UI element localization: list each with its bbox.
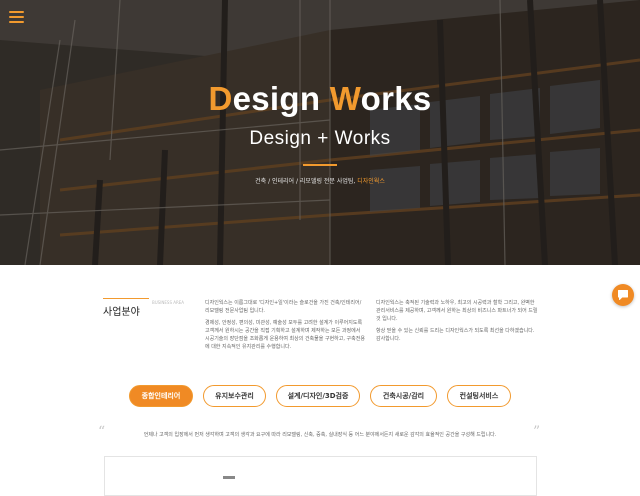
intro-right-paragraph-1: 디자인웍스는 축적된 기술력과 노하우, 최고의 시공력과 철학 그리고, 완벽… — [376, 300, 538, 322]
breadcrumb-current: 디자인웍스 — [357, 178, 385, 185]
tab-design-3d[interactable]: 설계/디자인/3D검증 — [276, 385, 360, 407]
intro-left-paragraph-2: 경제성, 안정성, 편의성, 미관성, 예술성 모두를 고려한 설계가 이루어지… — [205, 320, 365, 350]
breadcrumb: 건축 / 인테리어 / 리모델링 전문 사업팀, 디자인웍스 — [0, 176, 640, 185]
breadcrumb-path: 건축 / 인테리어 / 리모델링 전문 사업팀, — [255, 178, 356, 185]
hamburger-menu-icon[interactable] — [9, 11, 24, 23]
intro-left-paragraph-1: 디자인웍스는 이름그대로 '디자인+일'이라는 슬로건을 가진 건축/인테리어/… — [205, 300, 362, 314]
tab-description: 언제나 고객의 입장에서 먼저 생각하며 고객의 생각과 요구에 따라 리모델링… — [143, 432, 497, 438]
content-card — [104, 456, 537, 496]
section-title-en: BUSINESS AREA — [152, 300, 185, 305]
hero-subtitle: Design + Works — [249, 128, 391, 149]
section-title: 사업분야 — [103, 298, 149, 318]
tab-construction[interactable]: 건축시공/감리 — [370, 385, 437, 407]
hero-title: Design Works — [208, 80, 432, 117]
intro-text-right: 디자인웍스는 축적된 기술력과 노하우, 최고의 시공력과 철학 그리고, 완벽… — [376, 299, 538, 343]
chat-bubble-icon[interactable] — [612, 284, 634, 306]
intro-right-paragraph-2: 항상 믿을 수 있는 신뢰를 드리는 디자인웍스가 되도록 최선을 다하겠습니다… — [376, 328, 535, 342]
intro-text-left: 디자인웍스는 이름그대로 '디자인+일'이라는 슬로건을 가진 건축/인테리어/… — [205, 299, 365, 351]
hero-banner: Design Works Design + Works 건축 / 인테리어 / … — [0, 0, 640, 265]
tab-maintenance[interactable]: 유지보수관리 — [203, 385, 266, 407]
tab-consulting[interactable]: 컨설팅서비스 — [447, 385, 511, 407]
card-content-stub — [223, 476, 235, 479]
hero-divider — [303, 164, 337, 166]
tab-interior[interactable]: 종합인테리어 — [129, 385, 193, 407]
